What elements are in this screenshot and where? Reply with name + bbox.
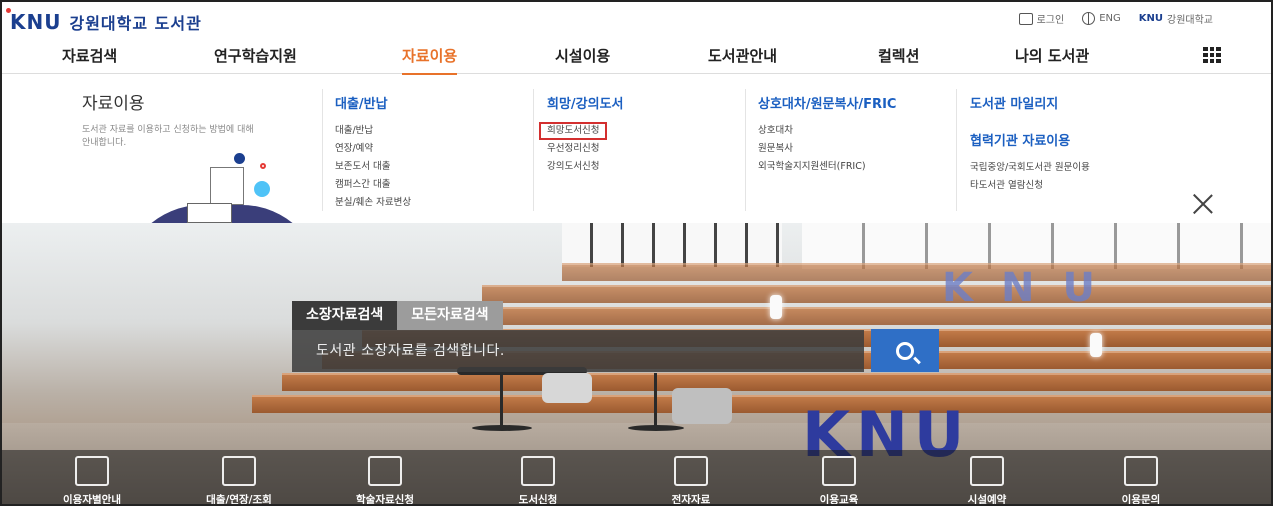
quick-book-request[interactable]: 도서신청 [478, 454, 598, 504]
nav-library-info[interactable]: 도서관안내 [708, 45, 777, 66]
building-icon [970, 456, 1004, 486]
nav-research-support[interactable]: 연구학습지원 [214, 45, 297, 66]
menu-item[interactable]: 상호대차 [758, 122, 896, 140]
menu-column-ill: 상호대차/원문복사/FRIC 상호대차 원문복사 외국학술지지원센터(FRIC) [758, 93, 896, 176]
menu-column-mileage: 도서관 마일리지 협력기관 자료이용 국립중앙/국회도서관 원문이용 타도서관 … [970, 93, 1090, 195]
column-heading[interactable]: 도서관 마일리지 [970, 93, 1090, 112]
menu-item[interactable]: 타도서관 열람신청 [970, 177, 1090, 195]
menu-item[interactable]: 원문복사 [758, 140, 896, 158]
illustration [122, 153, 322, 285]
nav-collection[interactable]: 컬렉션 [878, 45, 919, 66]
nav-material-use[interactable]: 자료이용 [402, 45, 458, 76]
book-stand-icon [222, 456, 256, 486]
search-tabs: 소장자료검색 모든자료검색 [292, 301, 503, 330]
document-icon [210, 167, 244, 205]
page-frame: KNU 강원대학교 도서관 로그인 ENG KNU 강원대학교 자료검색 연구학습… [0, 0, 1273, 506]
utility-links: 로그인 ENG KNU 강원대학교 [1018, 11, 1213, 26]
quick-loan[interactable]: 대출/연장/조회 [179, 454, 299, 504]
menu-item[interactable]: 연장/예약 [335, 140, 411, 158]
column-heading[interactable]: 상호대차/원문복사/FRIC [758, 93, 896, 112]
library-logo[interactable]: KNU 강원대학교 도서관 [6, 8, 202, 34]
quick-e-resources[interactable]: 전자자료 [631, 454, 751, 504]
top-bar: KNU 강원대학교 도서관 로그인 ENG KNU 강원대학교 [2, 2, 1271, 36]
printer-icon [187, 203, 232, 223]
monitor-icon [674, 456, 708, 486]
column-heading[interactable]: 대출/반납 [335, 93, 411, 112]
menu-item[interactable]: 분실/훼손 자료변상 [335, 194, 411, 212]
main-navigation: 자료검색 연구학습지원 자료이용 시설이용 도서관안내 컬렉션 나의 도서관 [2, 36, 1271, 76]
nav-facilities[interactable]: 시설이용 [555, 45, 610, 66]
knu-logo-mark: KNU [6, 8, 61, 34]
menu-item[interactable]: 캠퍼스간 대출 [335, 176, 411, 194]
menu-item[interactable]: 보존도서 대출 [335, 158, 411, 176]
column-heading[interactable]: 희망/강의도서 [547, 93, 624, 112]
menu-column-loan: 대출/반납 대출/반납 연장/예약 보존도서 대출 캠퍼스간 대출 분실/훼손 … [335, 93, 411, 212]
quick-inquiry[interactable]: 이용문의 [1081, 454, 1201, 504]
library-name: 강원대학교 도서관 [69, 14, 202, 33]
tab-holdings-search[interactable]: 소장자료검색 [292, 301, 398, 330]
english-link[interactable]: ENG [1082, 12, 1121, 25]
quick-user-guide[interactable]: 이용자별안내 [32, 454, 152, 504]
login-link[interactable]: 로그인 [1018, 11, 1064, 26]
search-icon [896, 341, 914, 360]
search-button[interactable] [871, 329, 939, 372]
menu-item-highlighted[interactable]: 희망도서신청 [539, 122, 624, 140]
knu-letters-decor: KNU [942, 265, 1123, 311]
mega-menu: 자료이용 도서관 자료를 이용하고 신청하는 방법에 대해 안내합니다. 대출/… [2, 75, 1271, 285]
login-icon [1018, 12, 1033, 25]
nav-search[interactable]: 자료검색 [62, 45, 117, 66]
column-heading-2[interactable]: 협력기관 자료이용 [970, 130, 1090, 149]
menu-item[interactable]: 대출/반납 [335, 122, 411, 140]
quick-education[interactable]: 이용교육 [779, 454, 899, 504]
menu-item[interactable]: 강의도서신청 [547, 158, 624, 176]
quick-menu: 이용자별안내 대출/연장/조회 학술자료신청 도서신청 전자자료 이용교육 시설… [2, 450, 1271, 504]
university-link[interactable]: KNU 강원대학교 [1139, 11, 1213, 26]
highlight-box[interactable]: 희망도서신청 [539, 122, 608, 140]
mega-intro: 자료이용 도서관 자료를 이용하고 신청하는 방법에 대해 안내합니다. [82, 89, 272, 150]
tab-all-search[interactable]: 모든자료검색 [397, 301, 503, 330]
menu-item[interactable]: 우선정리신청 [547, 140, 624, 158]
mega-title: 자료이용 [82, 94, 145, 114]
quick-academic-request[interactable]: 학술자료신청 [325, 454, 445, 504]
menu-item[interactable]: 외국학술지지원센터(FRIC) [758, 158, 896, 176]
menu-item[interactable]: 국립중앙/국회도서관 원문이용 [970, 159, 1090, 177]
quick-facility-reservation[interactable]: 시설예약 [927, 454, 1047, 504]
users-icon [75, 456, 109, 486]
grid-menu-icon[interactable] [1203, 47, 1221, 63]
nav-my-library[interactable]: 나의 도서관 [1015, 45, 1089, 66]
search-input[interactable]: 도서관 소장자료를 검색합니다. [292, 330, 864, 372]
menu-column-request: 희망/강의도서 희망도서신청 우선정리신청 강의도서신청 [539, 93, 624, 176]
globe-icon [1082, 12, 1096, 25]
mega-description: 도서관 자료를 이용하고 신청하는 방법에 대해 안내합니다. [82, 125, 254, 148]
close-icon[interactable] [1192, 193, 1214, 215]
edit-doc-icon [368, 456, 402, 486]
education-icon [822, 456, 856, 486]
book-icon [521, 456, 555, 486]
chat-question-icon [1124, 456, 1158, 486]
